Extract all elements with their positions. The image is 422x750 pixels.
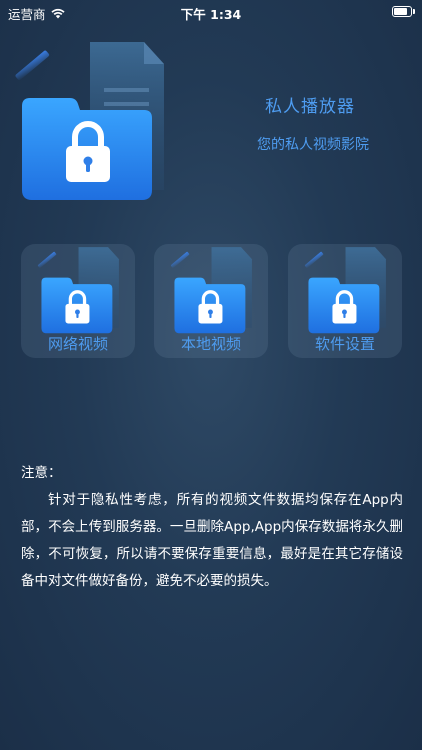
locked-folder-icon xyxy=(304,247,386,334)
tile-local-video[interactable]: 本地视频 xyxy=(154,244,268,358)
locked-folder-icon xyxy=(170,247,252,334)
app-title: 私人播放器 xyxy=(265,97,355,117)
tile-label: 网络视频 xyxy=(47,335,108,353)
tile-network-video[interactable]: 网络视频 xyxy=(21,244,135,358)
tile-settings[interactable]: 软件设置 xyxy=(288,244,402,358)
locked-folder-icon xyxy=(37,247,119,334)
tile-label: 软件设置 xyxy=(314,335,375,353)
status-bar: 运营商 下午 1:34 xyxy=(0,0,422,24)
app-subtitle: 您的私人视频影院 xyxy=(257,137,369,153)
notice-body: 针对于隐私性考虑，所有的视频文件数据均保存在App内部，不会上传到服务器。一旦删… xyxy=(21,492,403,589)
battery-fill xyxy=(394,8,407,15)
privacy-notice: 注意： 针对于隐私性考虑，所有的视频文件数据均保存在App内部，不会上传到服务器… xyxy=(21,460,403,595)
battery-icon xyxy=(392,6,415,17)
status-time: 下午 1:34 xyxy=(180,7,242,22)
notice-title: 注意： xyxy=(21,465,62,481)
tile-label: 本地视频 xyxy=(180,335,241,353)
locked-folder-icon xyxy=(15,42,164,200)
